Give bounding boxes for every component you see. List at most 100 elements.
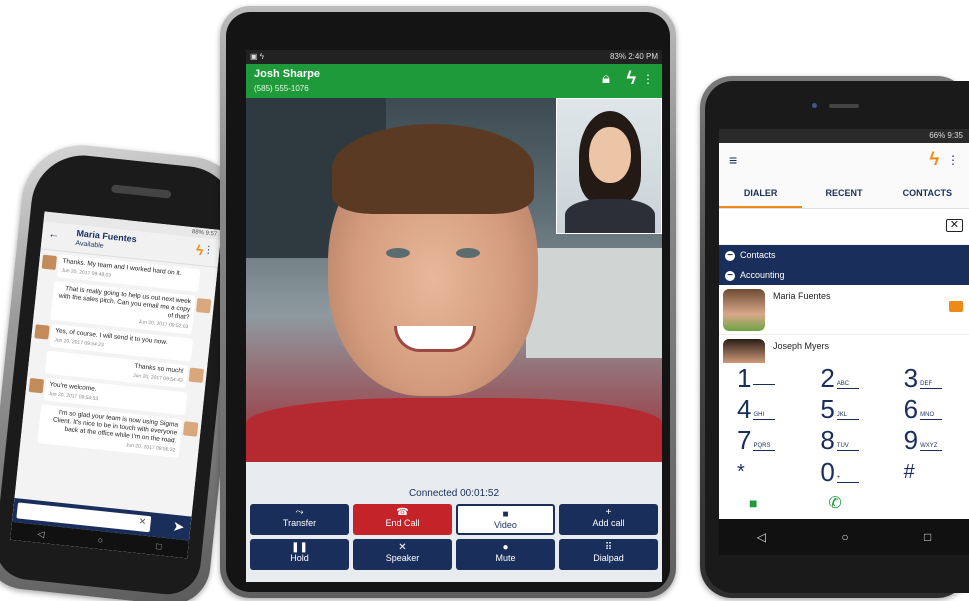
phone-speaker	[110, 184, 172, 199]
key-letters: DEF	[920, 380, 943, 389]
call-controls: ⤳ Transfer ☎ End Call ■ Video + Add call ❚❚ Hold ✕…	[250, 504, 658, 570]
dialpad-button[interactable]: ⠿ Dialpad	[559, 539, 658, 570]
button-label: Transfer	[282, 518, 317, 528]
front-camera	[812, 103, 817, 108]
tab-contacts[interactable]: CONTACTS	[886, 179, 969, 208]
android-nav-bar: ◁ ○ □	[719, 519, 969, 555]
clear-icon[interactable]: ✕	[138, 516, 147, 528]
backspace-icon[interactable]: ✕	[945, 219, 963, 232]
key-8[interactable]: 8 TUV	[802, 425, 885, 456]
button-label: Speaker	[385, 553, 420, 563]
key-5[interactable]: 5 JKL	[802, 394, 885, 425]
avatar	[723, 289, 765, 331]
key-letters	[753, 384, 776, 385]
add-call-icon: +	[605, 507, 612, 518]
key-6[interactable]: 6 MNO	[886, 394, 969, 425]
dial-number-field[interactable]: ✕	[719, 209, 969, 245]
tab-dialer[interactable]: DIALER	[719, 179, 803, 208]
nav-home-icon[interactable]: ○	[841, 530, 848, 544]
chat-icon[interactable]	[949, 301, 963, 312]
end-call-button[interactable]: ☎ End Call	[353, 504, 452, 535]
key-letters: ABC	[836, 380, 859, 389]
add-call-button[interactable]: + Add call	[559, 504, 658, 535]
voice-call-icon[interactable]: ✆	[802, 488, 885, 519]
status-bar: ▣ ϟ 83% 2:40 PM	[246, 50, 662, 64]
key-letters: WXYZ	[920, 442, 943, 452]
video-call-icon[interactable]: ■	[719, 488, 802, 519]
button-label: Mute	[495, 553, 516, 563]
tab-bar: DIALER RECENT CONTACTS	[719, 179, 969, 209]
self-view-body	[565, 199, 655, 233]
nav-back-icon[interactable]: ◁	[757, 530, 766, 544]
nav-home-icon[interactable]: ○	[97, 535, 103, 546]
avatar	[28, 377, 45, 394]
nav-back-icon[interactable]: ◁	[37, 528, 45, 540]
video-button[interactable]: ■ Video	[456, 504, 555, 535]
contact-row[interactable]: Maria Fuentes	[719, 285, 969, 335]
caller-name: Josh Sharpe	[254, 68, 321, 80]
video-icon: ■	[502, 509, 509, 520]
hamburger-menu-icon[interactable]: ≡	[729, 152, 737, 168]
status-bar: 66% 9:35	[719, 129, 969, 143]
avatar	[34, 324, 50, 340]
contact-name: Maria Fuentes	[773, 291, 831, 301]
collapse-icon: −	[725, 271, 735, 281]
button-label: Add call	[592, 518, 625, 528]
avatar	[195, 297, 212, 314]
app-logo-icon: ϟ	[929, 149, 939, 169]
key-hash[interactable]: #	[886, 457, 969, 488]
transfer-button[interactable]: ⤳ Transfer	[250, 504, 349, 535]
group-label: Contacts	[740, 250, 776, 260]
overflow-menu-icon[interactable]: ⋮	[203, 244, 214, 256]
key-digit: 5	[820, 394, 835, 425]
key-digit: 9	[903, 425, 919, 456]
avatar	[182, 421, 199, 437]
nav-recents-icon[interactable]: □	[156, 541, 162, 552]
key-digit: *	[737, 460, 745, 483]
group-header-accounting[interactable]: − Accounting	[719, 265, 969, 285]
speaker-button[interactable]: ✕ Speaker	[353, 539, 452, 570]
left-phone-body: 88% 9:57 ← Maria Fuentes Available ϟ ⋮ T…	[0, 150, 242, 598]
key-digit: 0	[820, 456, 835, 487]
key-9[interactable]: 9 WXYZ	[886, 425, 969, 456]
key-2[interactable]: 2 ABC	[802, 363, 885, 394]
key-0[interactable]: 0 +	[802, 457, 885, 488]
call-timer: Connected 00:01:52	[408, 488, 500, 499]
overflow-menu-icon[interactable]: ⋮	[947, 153, 959, 167]
button-label: Dialpad	[593, 553, 624, 563]
contact-status: Available	[75, 239, 104, 250]
hold-button[interactable]: ❚❚ Hold	[250, 539, 349, 570]
key-7[interactable]: 7 PQRS	[719, 425, 802, 456]
tab-recent[interactable]: RECENT	[802, 179, 885, 208]
device-showcase: 88% 9:57 ← Maria Fuentes Available ϟ ⋮ T…	[0, 0, 969, 601]
video-background-right	[526, 248, 662, 358]
dialpad-icon: ⠿	[604, 542, 613, 553]
call-screen: ▣ ϟ 83% 2:40 PM Josh Sharpe (585) 555-10…	[246, 50, 662, 582]
mute-button[interactable]: ● Mute	[456, 539, 555, 570]
end-call-icon: ☎	[396, 507, 409, 518]
button-label: Video	[494, 520, 517, 530]
tablet: ▣ ϟ 83% 2:40 PM Josh Sharpe (585) 555-10…	[220, 6, 676, 598]
key-3[interactable]: 3 DEF	[886, 363, 969, 394]
button-label: Hold	[290, 553, 309, 563]
caller-right-eye	[456, 248, 480, 258]
caller-smile	[394, 326, 476, 352]
send-icon[interactable]: ➤	[172, 518, 185, 536]
lock-icon: 🔒︎	[602, 70, 610, 87]
overflow-menu-icon[interactable]: ⋮	[642, 72, 654, 86]
key-star[interactable]: *	[719, 457, 802, 488]
back-arrow-icon[interactable]: ←	[48, 228, 60, 241]
nav-recents-icon[interactable]: □	[924, 530, 931, 544]
right-phone-body: 66% 9:35 ≡ ϟ ⋮ DIALER RECENT CONTACTS ✕ …	[705, 81, 969, 593]
avatar	[41, 254, 57, 271]
caller-left-eye	[386, 248, 410, 258]
key-1[interactable]: 1	[719, 363, 802, 394]
dial-keypad: 1 2 ABC 3 DEF 4 GHI 5 JKL 6 MNO 7 PQRS 8 TUV 9 WXYZ * 0 + # ■…	[719, 363, 969, 519]
left-phone: 88% 9:57 ← Maria Fuentes Available ϟ ⋮ T…	[0, 139, 253, 601]
self-view-video[interactable]	[556, 98, 662, 234]
key-digit: 4	[737, 394, 752, 425]
key-4[interactable]: 4 GHI	[719, 394, 802, 425]
status-text: 83% 2:40 PM	[609, 52, 658, 61]
group-header-contacts[interactable]: − Contacts	[719, 245, 969, 265]
call-header: Josh Sharpe (585) 555-1076 🔒︎ ϟ ⋮	[246, 64, 662, 98]
